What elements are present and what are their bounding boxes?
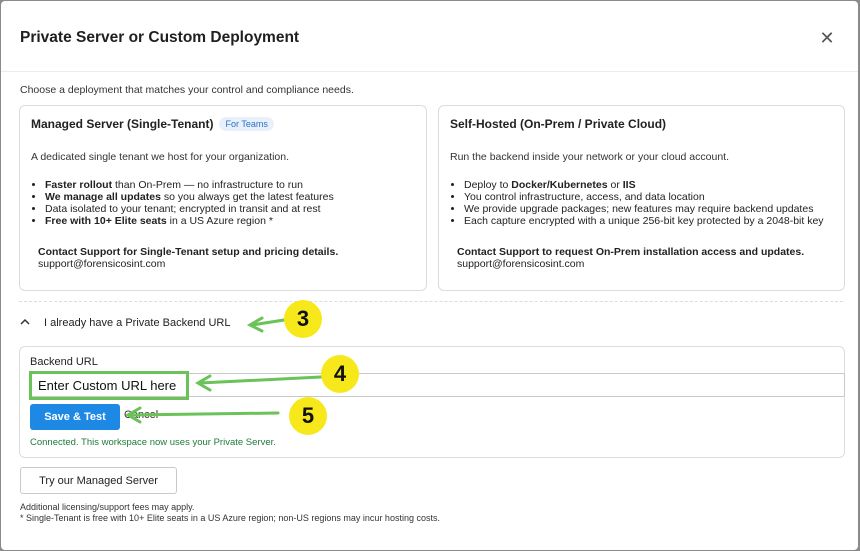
selfhosted-description: Run the backend inside your network or y… <box>450 151 729 163</box>
close-icon[interactable]: ✕ <box>817 29 837 49</box>
managed-contact-email: support@forensicosint.com <box>38 258 166 270</box>
backend-url-label: Backend URL <box>30 356 98 368</box>
managed-bullets: Faster rollout than On-Prem — no infrast… <box>31 179 334 227</box>
managed-description: A dedicated single tenant we host for yo… <box>31 151 289 163</box>
list-item: Free with 10+ Elite seats in a US Azure … <box>45 215 334 227</box>
backend-url-panel: Backend URL Cancel Save & Test Connected… <box>19 346 845 458</box>
self-hosted-card: Self-Hosted (On-Prem / Private Cloud) Ru… <box>438 105 845 291</box>
callout-5: 5 <box>289 397 327 435</box>
list-item: We provide upgrade packages; new feature… <box>464 203 824 215</box>
try-managed-server-button[interactable]: Try our Managed Server <box>20 467 177 494</box>
selfhosted-contact: Contact Support to request On-Prem insta… <box>457 246 804 270</box>
header-divider <box>1 71 858 72</box>
managed-contact: Contact Support for Single-Tenant setup … <box>38 246 338 270</box>
private-backend-toggle-label: I already have a Private Backend URL <box>44 317 231 329</box>
footer-note: Additional licensing/support fees may ap… <box>20 502 195 512</box>
selfhosted-card-title: Self-Hosted (On-Prem / Private Cloud) <box>450 117 667 131</box>
managed-card-title: Managed Server (Single-Tenant) For Teams <box>31 117 274 131</box>
selfhosted-contact-email: support@forensicosint.com <box>457 258 585 270</box>
list-item: Data isolated to your tenant; encrypted … <box>45 203 334 215</box>
list-item: Each capture encrypted with a unique 256… <box>464 215 824 227</box>
selfhosted-contact-title: Contact Support to request On-Prem insta… <box>457 246 805 258</box>
callout-3: 3 <box>284 300 322 338</box>
list-item: You control infrastructure, access, and … <box>464 191 824 203</box>
section-divider <box>19 301 843 302</box>
managed-contact-title: Contact Support for Single-Tenant setup … <box>38 246 339 258</box>
footer-footnote: * Single-Tenant is free with 10+ Elite s… <box>20 513 440 523</box>
chevron-up-icon <box>20 317 32 329</box>
dialog-title: Private Server or Custom Deployment <box>20 29 300 46</box>
for-teams-badge: For Teams <box>219 117 274 131</box>
list-item: We manage all updates so you always get … <box>45 191 334 203</box>
callout-4: 4 <box>321 355 359 393</box>
managed-server-card: Managed Server (Single-Tenant) For Teams… <box>19 105 427 291</box>
intro-text: Choose a deployment that matches your co… <box>20 84 354 96</box>
list-item: Deploy to Docker/Kubernetes or IIS <box>464 179 824 191</box>
backend-url-input[interactable] <box>31 373 845 397</box>
selfhosted-bullets: Deploy to Docker/Kubernetes or IIS You c… <box>450 179 824 227</box>
cancel-button[interactable]: Cancel <box>124 409 158 421</box>
save-test-button[interactable]: Save & Test <box>30 404 120 430</box>
list-item: Faster rollout than On-Prem — no infrast… <box>45 179 334 191</box>
deployment-dialog: Private Server or Custom Deployment ✕ Ch… <box>1 1 858 550</box>
connection-status: Connected. This workspace now uses your … <box>30 437 276 448</box>
private-backend-toggle[interactable]: I already have a Private Backend URL <box>20 317 231 329</box>
managed-title-text: Managed Server (Single-Tenant) <box>31 117 214 131</box>
